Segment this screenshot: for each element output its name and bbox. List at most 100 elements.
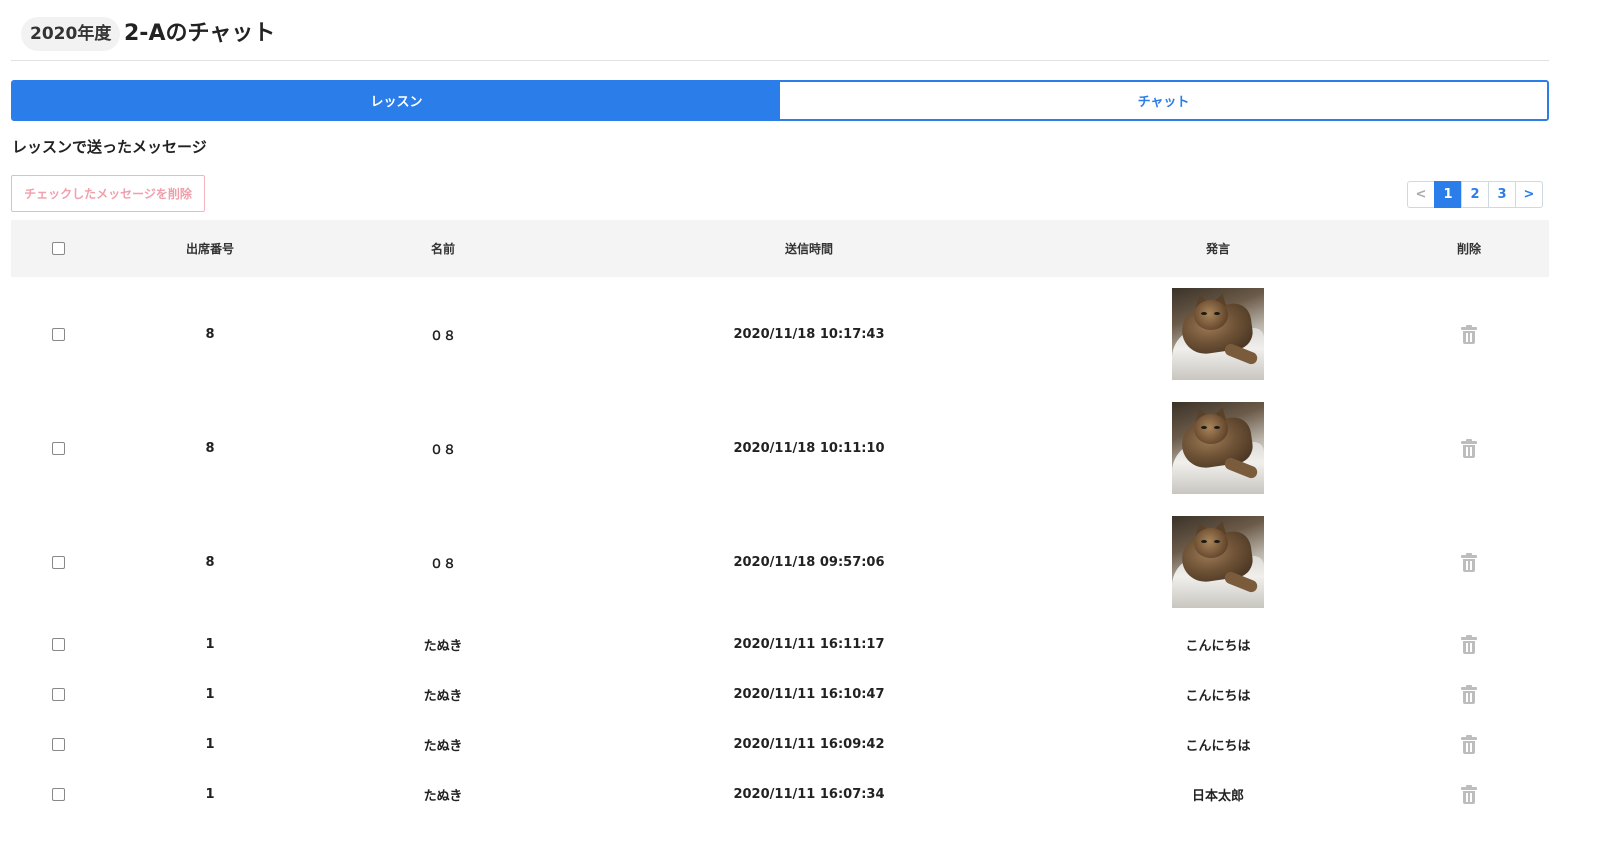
pagination-next-button[interactable]: > [1515,181,1543,208]
message-cell: こんにちは [1047,619,1389,669]
delete-cell [1389,669,1549,719]
trash-icon[interactable] [1461,684,1477,704]
sent-time: 2020/11/11 16:07:34 [733,786,885,802]
trash-icon[interactable] [1461,634,1477,654]
table-body: 8 ０８ 2020/11/18 10:17:43 8 ０８ 2020/11/18 10:1… [11,277,1549,819]
trash-icon-lid [1461,440,1477,444]
cat-photo-thumbnail[interactable] [1172,288,1264,380]
table-row: 8 ０８ 2020/11/18 10:11:10 [11,391,1549,505]
sent-time: 2020/11/18 09:57:06 [733,554,885,570]
trash-icon[interactable] [1461,784,1477,804]
row-select-cell [11,669,105,719]
trash-icon-lid [1461,636,1477,640]
row-checkbox[interactable] [51,441,65,455]
pagination-page-3[interactable]: 3 [1488,181,1516,208]
pagination: < 1 2 3 > [1407,181,1543,208]
trash-icon-can [1463,690,1475,704]
pagination-page-2[interactable]: 2 [1461,181,1489,208]
trash-icon-can [1463,740,1475,754]
column-header-name: 名前 [430,242,455,256]
pagination-prev-button[interactable]: < [1407,181,1435,208]
select-all-cell [11,220,105,277]
message-cell [1047,391,1389,505]
trash-icon[interactable] [1461,552,1477,572]
column-header-message: 発言 [1205,242,1230,256]
row-checkbox[interactable] [51,787,65,801]
table-row: 1 たぬき 2020/11/11 16:10:47 こんにちは [11,669,1549,719]
cat-photo-thumbnail[interactable] [1172,402,1264,494]
delete-checked-messages-button[interactable]: チェックしたメッセージを削除 [11,175,205,212]
trash-icon[interactable] [1461,734,1477,754]
trash-icon-can [1463,790,1475,804]
row-checkbox[interactable] [51,687,65,701]
thumbnail-cat-eye [1214,312,1220,315]
delete-cell [1389,277,1549,391]
tab-bar: レッスン チャット [11,80,1549,121]
tab-chat[interactable]: チャット [780,82,1547,119]
thumbnail-cat-eye [1201,312,1207,315]
delete-cell [1389,391,1549,505]
table-row: 1 たぬき 2020/11/11 16:11:17 こんにちは [11,619,1549,669]
thumbnail-cat-head [1194,300,1228,330]
row-select-cell [11,719,105,769]
row-checkbox[interactable] [51,637,65,651]
student-name: ０８ [429,442,456,458]
page-title: 2-Aのチャット [124,21,276,46]
thumbnail-cat-eye [1214,540,1220,543]
sent-time: 2020/11/18 10:17:43 [733,326,885,342]
trash-icon-lid [1461,686,1477,690]
trash-icon-lid [1461,736,1477,740]
column-header-number: 出席番号 [185,242,234,256]
attendance-number: 1 [205,736,215,752]
table-row: 1 たぬき 2020/11/11 16:09:42 こんにちは [11,719,1549,769]
tab-lesson[interactable]: レッスン [13,82,780,119]
trash-icon-can [1463,330,1475,344]
sent-time: 2020/11/11 16:09:42 [733,736,885,752]
student-name: たぬき [423,638,463,654]
attendance-number: 8 [205,554,215,570]
attendance-number: 1 [205,786,215,802]
attendance-number: 8 [205,326,215,342]
trash-icon-can [1463,444,1475,458]
message-text: こんにちは [1185,638,1251,654]
row-select-cell [11,277,105,391]
message-cell [1047,505,1389,619]
trash-icon-lid [1461,786,1477,790]
pagination-page-1[interactable]: 1 [1434,181,1462,208]
delete-cell [1389,769,1549,819]
select-all-checkbox[interactable] [51,242,65,255]
table-header: 出席番号 名前 送信時間 発言 削除 [11,220,1549,277]
row-checkbox[interactable] [51,737,65,751]
message-cell [1047,277,1389,391]
message-cell: 日本太郎 [1047,769,1389,819]
thumbnail-cat-head [1194,414,1228,444]
table-row: 1 たぬき 2020/11/11 16:07:34 日本太郎 [11,769,1549,819]
table-row: 8 ０８ 2020/11/18 09:57:06 [11,505,1549,619]
row-select-cell [11,619,105,669]
trash-icon[interactable] [1461,438,1477,458]
trash-icon-can [1463,558,1475,572]
section-title: レッスンで送ったメッセージ [12,138,207,156]
column-header-delete: 削除 [1456,242,1481,256]
trash-icon[interactable] [1461,324,1477,344]
thumbnail-cat-eye [1214,426,1220,429]
row-checkbox[interactable] [51,555,65,569]
year-badge: 2020年度 [21,17,121,51]
trash-icon-lid [1461,554,1477,558]
delete-cell [1389,719,1549,769]
student-name: ０８ [429,556,456,572]
thumbnail-cat-eye [1201,426,1207,429]
attendance-number: 1 [205,686,215,702]
row-checkbox[interactable] [51,327,65,341]
student-name: たぬき [423,688,463,704]
row-select-cell [11,391,105,505]
delete-cell [1389,505,1549,619]
message-text: こんにちは [1185,688,1251,704]
table-row: 8 ０８ 2020/11/18 10:17:43 [11,277,1549,391]
student-name: たぬき [423,788,463,804]
delete-cell [1389,619,1549,669]
page-header: 2020年度 2-Aのチャット [11,14,1549,61]
messages-table: 出席番号 名前 送信時間 発言 削除 8 ０８ 2020/11/18 10:17:4… [11,220,1549,819]
row-select-cell [11,505,105,619]
cat-photo-thumbnail[interactable] [1172,516,1264,608]
